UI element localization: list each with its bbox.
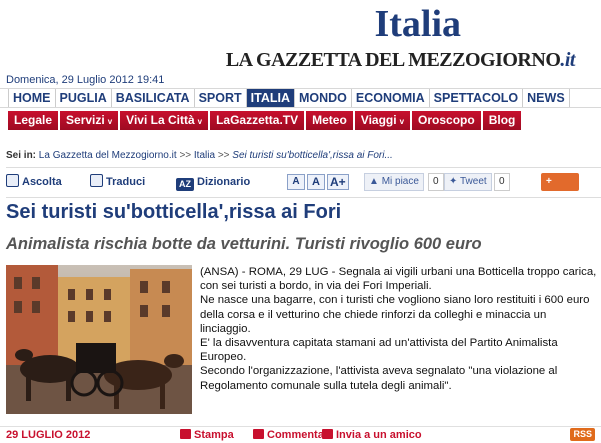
article-paragraph: (ANSA) - ROMA, 29 LUG - Segnala ai vigil… [200, 266, 597, 293]
breadcrumb: Sei in: La Gazzetta del Mezzogiorno.it >… [6, 150, 393, 161]
menu-legale[interactable]: Legale [8, 111, 59, 130]
comment-link[interactable]: Commenta [253, 429, 324, 441]
menu-meteo[interactable]: Meteo [306, 111, 353, 130]
menu-label: Oroscopo [418, 113, 475, 127]
footer-date: 29 LUGLIO 2012 [6, 429, 91, 441]
menu-label: Servizi [66, 113, 105, 127]
comment-label: Commenta [267, 429, 324, 441]
translate-button[interactable]: Traduci [90, 173, 145, 191]
comment-icon [253, 429, 264, 439]
current-date: Domenica, 29 Luglio 2012 19:41 [6, 74, 165, 86]
dictionary-button[interactable]: AZ Dizionario [176, 173, 250, 191]
chevron-down-icon: v [197, 117, 203, 126]
listen-label: Ascolta [22, 176, 62, 188]
logo-domain: .it [560, 49, 575, 71]
nav-italia[interactable]: ITALIA [246, 89, 295, 107]
font-large-button[interactable]: A+ [327, 174, 349, 190]
article-headline: Sei turisti su'botticella',rissa ai Fori [6, 201, 342, 223]
translate-label: Traduci [106, 176, 146, 188]
tweet-button[interactable]: ✦ Tweet [444, 173, 492, 191]
like-icon: ▲ [369, 176, 379, 187]
like-count: 0 [428, 173, 444, 191]
breadcrumb-separator: >> [179, 150, 192, 161]
article-paragraph: Secondo l'organizzazione, l'attivista av… [200, 365, 558, 392]
like-label: Mi piace [381, 176, 419, 187]
divider [6, 167, 601, 168]
article-footer: 29 LUGLIO 2012 Stampa Commenta Invia a u… [0, 426, 601, 443]
menu-blog[interactable]: Blog [482, 111, 522, 130]
share-button[interactable]: + Share [541, 173, 579, 205]
site-logo[interactable]: LA GAZZETTA DEL MEZZOGIORNO.it [225, 49, 576, 72]
dictionary-label: Dizionario [197, 176, 251, 188]
send-label: Invia a un amico [336, 429, 422, 441]
article-paragraph: Ne nasce una bagarre, con i turisti che … [200, 294, 590, 335]
primary-nav: HOME PUGLIA BASILICATA SPORT ITALIA MONDO ECON… [0, 88, 601, 108]
font-medium-button[interactable]: A [307, 174, 325, 190]
nav-home[interactable]: HOME [8, 89, 56, 107]
tweet-count: 0 [494, 173, 510, 191]
article-paragraph: E' la disavventura capitata stamani ad u… [200, 337, 558, 364]
print-label: Stampa [194, 429, 234, 441]
breadcrumb-home-link[interactable]: La Gazzetta del Mezzogiorno.it [39, 150, 177, 161]
print-link[interactable]: Stampa [180, 429, 234, 441]
speaker-icon [6, 174, 19, 187]
nav-puglia[interactable]: PUGLIA [56, 89, 112, 107]
article-subtitle: Animalista rischia botte da vetturini. T… [6, 235, 482, 253]
chevron-down-icon: v [399, 117, 405, 126]
breadcrumb-separator: >> [217, 150, 230, 161]
menu-label: Meteo [312, 113, 347, 127]
horse-carriage-photo [6, 265, 192, 414]
printer-icon [180, 429, 191, 439]
nav-economia[interactable]: ECONOMIA [352, 89, 430, 107]
translate-icon [90, 174, 103, 187]
article-body: (ANSA) - ROMA, 29 LUG - Segnala ai vigil… [200, 265, 600, 393]
menu-label: Vivi La Città [126, 113, 195, 127]
menu-label: Blog [488, 113, 516, 127]
section-title: Italia [374, 3, 461, 45]
envelope-icon [322, 429, 333, 439]
send-to-friend-link[interactable]: Invia a un amico [322, 429, 422, 441]
menu-servizi[interactable]: Servizi v [60, 111, 119, 130]
secondary-nav: Legale Servizi v Vivi La Città v LaGazzetta.T… [0, 111, 601, 130]
breadcrumb-section-link[interactable]: Italia [194, 150, 215, 161]
nav-spettacolo[interactable]: SPETTACOLO [430, 89, 524, 107]
nav-basilicata[interactable]: BASILICATA [112, 89, 195, 107]
menu-lagazzetta-tv[interactable]: LaGazzetta.TV [210, 111, 305, 130]
breadcrumb-current: Sei turisti su'botticella',rissa ai Fori… [232, 150, 393, 161]
nav-sport[interactable]: SPORT [195, 89, 247, 107]
menu-label: Legale [14, 113, 53, 127]
menu-label: Viaggi [360, 113, 397, 127]
twitter-bird-icon: ✦ [449, 176, 458, 187]
nav-news[interactable]: NEWS [523, 89, 570, 107]
font-small-button[interactable]: A [287, 174, 305, 190]
nav-mondo[interactable]: MONDO [295, 89, 352, 107]
divider [6, 197, 601, 198]
chevron-down-icon: v [107, 117, 113, 126]
rss-icon[interactable]: RSS [570, 428, 595, 441]
logo-text: LA GAZZETTA DEL MEZZOGIORNO [225, 49, 561, 71]
breadcrumb-prefix: Sei in: [6, 150, 37, 161]
plus-icon: + [546, 176, 552, 187]
menu-viaggi[interactable]: Viaggi v [354, 111, 411, 130]
listen-button[interactable]: Ascolta [6, 173, 62, 191]
menu-label: LaGazzetta.TV [216, 113, 299, 127]
article-photo[interactable] [6, 265, 192, 414]
menu-vivi-la-citta[interactable]: Vivi La Città v [120, 111, 209, 130]
tweet-label: Tweet [460, 176, 487, 187]
dictionary-icon: AZ [176, 178, 194, 191]
share-label: Share [546, 194, 574, 205]
menu-oroscopo[interactable]: Oroscopo [412, 111, 481, 130]
facebook-like-button[interactable]: ▲ Mi piace [364, 173, 424, 191]
